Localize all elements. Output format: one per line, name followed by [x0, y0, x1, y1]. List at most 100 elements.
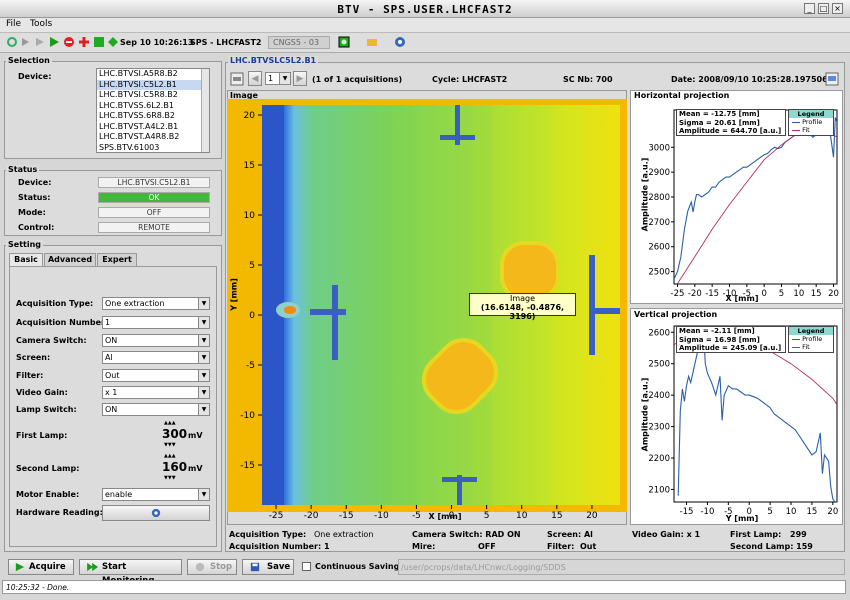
info-mire-value: OFF: [478, 542, 496, 551]
camera-select[interactable]: ON ▼: [102, 334, 210, 347]
print-icon[interactable]: [230, 72, 244, 86]
floppy-icon: [250, 562, 260, 572]
chevron-down-icon: ▼: [198, 298, 209, 309]
toolbar-timestamp: Sep 10 10:26:13: [120, 38, 194, 47]
camera-label: Camera Switch:: [16, 336, 87, 345]
minimize-icon[interactable]: _: [804, 3, 815, 14]
date-info: Date: 2008/09/10 10:25:28.197506: [671, 75, 828, 84]
menu-bar: File Tools: [0, 18, 850, 33]
ytick-label: 2200: [648, 454, 670, 464]
next-acq-button[interactable]: ▶: [293, 71, 307, 86]
tab-basic[interactable]: Basic: [9, 253, 43, 266]
status-badge: OK: [98, 192, 210, 203]
xtick-label: -25: [671, 289, 685, 299]
refresh-icon[interactable]: [6, 36, 18, 48]
menu-file[interactable]: File: [6, 19, 21, 29]
start-monitoring-button[interactable]: Start Monitoring: [79, 559, 182, 586]
monitor-icon[interactable]: [338, 36, 350, 48]
info-second-lamp: Second Lamp: 159: [730, 542, 813, 551]
motor-label: Motor Enable:: [16, 490, 80, 499]
image-ylabel: Y [mm]: [229, 278, 239, 311]
tab-expert[interactable]: Expert: [97, 253, 137, 266]
vproj-stats: Mean = -2.11 [mm] Sigma = 16.98 [mm] Amp…: [676, 326, 786, 353]
acq-page-select[interactable]: 1 ▼: [265, 72, 291, 85]
settings-icon[interactable]: [394, 36, 406, 48]
hproj-amplitude: Amplitude = 644.70 [a.u.]: [679, 127, 782, 135]
add-icon[interactable]: [78, 36, 90, 48]
comment-icon[interactable]: [825, 72, 839, 86]
filter-select[interactable]: Out ▼: [102, 369, 210, 382]
image-ytick-label: -10: [240, 411, 255, 421]
gain-select[interactable]: x 1 ▼: [102, 386, 210, 399]
screen-select[interactable]: Al ▼: [102, 351, 210, 364]
save-path-field[interactable]: /user/pcrops/data/LHCnwc/Logging/SDDS: [398, 559, 845, 575]
xtick-label: -20: [688, 289, 702, 299]
list-item[interactable]: SPS.BTV.61003: [97, 143, 209, 153]
menu-tools[interactable]: Tools: [30, 19, 52, 29]
list-item[interactable]: LHC.BTVSI.C5R8.B2: [97, 90, 209, 101]
ytick-label: 2900: [648, 168, 670, 178]
device-list-scrollbar[interactable]: [201, 69, 209, 152]
list-item[interactable]: LHC.BTVST.A4L2.B1: [97, 122, 209, 133]
stop-icon[interactable]: [63, 36, 75, 48]
first-lamp-down-icon[interactable]: ▼▼▼: [164, 442, 176, 448]
list-item[interactable]: LHC.BTVSI.C5L2.B1: [97, 79, 209, 90]
list-item[interactable]: LHC.BTVST.A4R8.B2: [97, 132, 209, 143]
ytick-label: 2700: [648, 218, 670, 228]
hproj-legend-fit: Fit: [789, 126, 833, 134]
acq-count: (1 of 1 acquisitions): [312, 75, 403, 84]
lamp-switch-select[interactable]: ON ▼: [102, 403, 210, 416]
play-disabled-icon[interactable]: [34, 36, 46, 48]
xtick-label: 5: [779, 289, 784, 299]
lamp-switch-label: Lamp Switch:: [16, 405, 77, 414]
gain-label: Video Gain:: [16, 388, 68, 397]
stop-button[interactable]: Stop: [187, 559, 237, 575]
image-xtick-label: 15: [551, 511, 562, 521]
image-ytick-label: 10: [244, 211, 256, 221]
image-xtick-label: 5: [484, 511, 490, 521]
ytick-label: 2600: [648, 243, 670, 253]
device-list[interactable]: LHC.BTVSI.A5R8.B2 LHC.BTVSI.C5L2.B1 LHC.…: [96, 68, 210, 153]
close-icon[interactable]: ×: [832, 3, 843, 14]
green-square-icon[interactable]: [93, 36, 105, 48]
image-xtick-label: 10: [516, 511, 528, 521]
step-forward-icon[interactable]: [20, 36, 32, 48]
stop-icon: [195, 562, 205, 572]
acq-type-label: Acquisition Type:: [16, 299, 94, 308]
list-item[interactable]: LHC.BTVSI.A5R8.B2: [97, 69, 209, 80]
hw-reading-label: Hardware Reading:: [16, 508, 103, 517]
acq-num-select[interactable]: 1 ▼: [102, 316, 210, 329]
list-item[interactable]: LHC.BTVSS.6R8.B2: [97, 111, 209, 122]
save-button[interactable]: Save: [242, 559, 294, 575]
vproj-mean: Mean = -2.11 [mm]: [679, 327, 755, 335]
tab-advanced[interactable]: Advanced: [44, 253, 96, 266]
second-lamp-up-icon[interactable]: ▲▲▲: [164, 453, 176, 459]
maximize-icon[interactable]: □: [818, 3, 829, 14]
vproj-legend: Legend Profile Fit: [788, 326, 834, 353]
acq-type-select[interactable]: One extraction ▼: [102, 297, 210, 310]
prev-acq-button[interactable]: ◀: [248, 71, 262, 86]
hproj-mean: Mean = -12.75 [mm]: [679, 110, 760, 118]
selection-device-label: Device:: [18, 72, 52, 81]
continuous-saving-checkbox[interactable]: [302, 562, 311, 571]
motor-select[interactable]: enable ▼: [102, 488, 210, 501]
open-folder-icon[interactable]: [366, 36, 378, 48]
first-lamp-up-icon[interactable]: ▲▲▲: [164, 420, 176, 426]
acquire-button[interactable]: Acquire: [8, 559, 74, 575]
info-gain: Video Gain: x 1: [632, 530, 701, 539]
control-field: REMOTE: [98, 222, 210, 233]
ytick-label: 3000: [648, 143, 670, 153]
image-ytick-label: -5: [246, 361, 255, 371]
hardware-reading-button[interactable]: [102, 505, 210, 521]
hproj-legend: Legend Profile Fit: [788, 109, 834, 136]
hproj-ylabel: Amplitude [a.u.]: [640, 157, 650, 232]
other-context-field[interactable]: CNGS5 - 03: [268, 36, 330, 49]
diamond-icon: [108, 37, 118, 47]
list-item[interactable]: LHC.BTVSS.6L2.B1: [97, 101, 209, 112]
toolbar: Sep 10 10:26:13 SPS - LHCFAST2 CNGS5 - 0…: [0, 33, 850, 53]
second-lamp-down-icon[interactable]: ▼▼▼: [164, 475, 176, 481]
second-lamp-label: Second Lamp:: [16, 464, 80, 473]
ytick-label: 2500: [648, 360, 670, 370]
play-icon[interactable]: [48, 36, 60, 48]
ytick-label: 2100: [648, 485, 670, 495]
